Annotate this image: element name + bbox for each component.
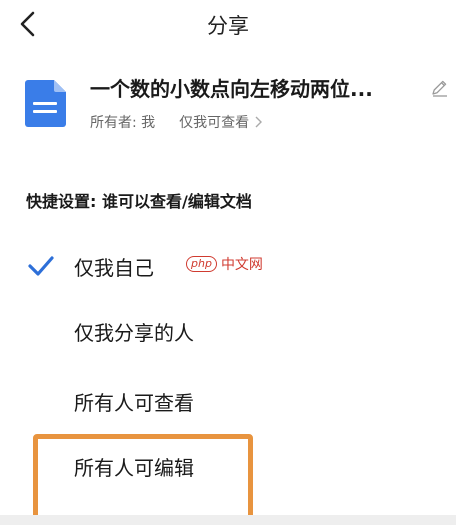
option-label: 所有人可编辑 [74,456,194,480]
top-bar: 分享 [0,0,456,52]
watermark: php 中文网 [186,254,263,274]
permission-link[interactable]: 仅我可查看 [179,112,263,132]
owner-label: 所有者: 我 [90,115,156,131]
document-meta: 所有者: 我 仅我可查看 [90,112,263,132]
option-label: 仅我分享的人 [74,321,194,345]
option-everyone-view[interactable]: 所有人可查看 [0,374,456,430]
checkmark-icon [28,256,54,276]
option-label: 仅我自己 [74,256,154,280]
permission-label: 仅我可查看 [179,115,250,131]
chevron-right-icon [255,116,263,128]
bottom-divider [0,515,456,525]
doc-file-icon [25,80,66,127]
quick-settings-heading: 快捷设置: 谁可以查看/编辑文档 [26,192,252,211]
watermark-logo: php [186,256,217,272]
option-label: 所有人可查看 [74,391,194,415]
share-screen: 分享 一个数的小数点向左移动两位... 所有者: 我 仅我可查看 快捷设置: 谁 [0,0,456,525]
page-title: 分享 [207,14,249,38]
document-title: 一个数的小数点向左移动两位... [90,77,373,101]
document-card: 一个数的小数点向左移动两位... 所有者: 我 仅我可查看 [0,68,456,140]
pencil-icon[interactable] [430,78,450,98]
watermark-text: 中文网 [220,257,263,273]
option-shared-people[interactable]: 仅我分享的人 [0,304,456,360]
option-everyone-edit[interactable]: 所有人可编辑 [0,439,456,495]
